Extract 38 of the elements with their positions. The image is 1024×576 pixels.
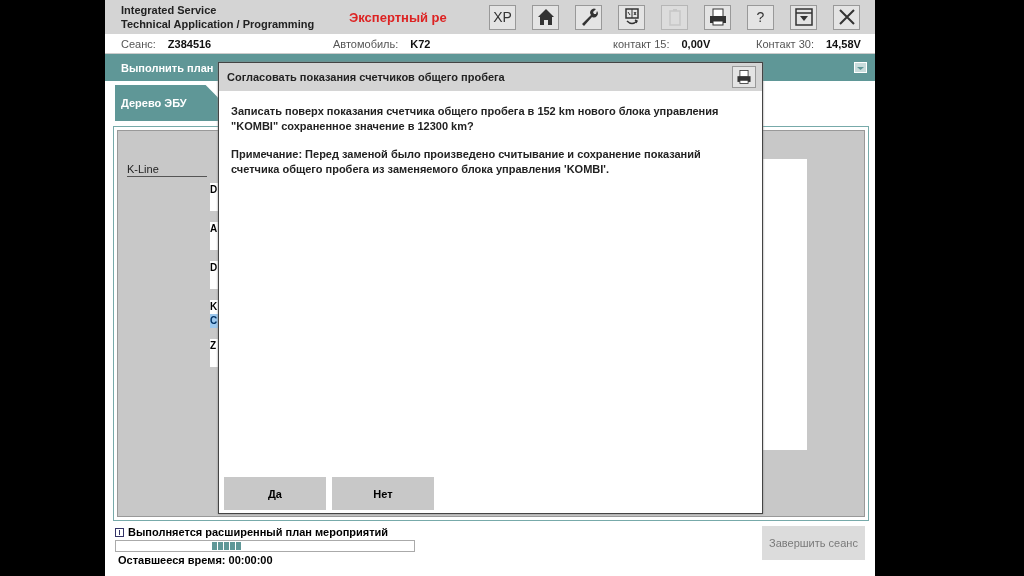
info-label: Автомобиль: (333, 37, 399, 50)
dialog-button[interactable]: Да (224, 477, 326, 510)
toolbar-button[interactable] (704, 4, 731, 30)
mode-label: Экспертный ре (349, 9, 448, 25)
dropdown-icon (792, 6, 815, 28)
busy-blocks-icon (212, 542, 243, 550)
toolbar-button[interactable] (618, 4, 645, 30)
info-value: Z384516 (167, 37, 212, 50)
toolbar-button[interactable] (532, 4, 559, 30)
dialog-text: Примечание: Перед заменой было произведено считывание и сохранение показаний счетчика общего пробега из заменяемого блока управления 'KOMBI'. (231, 147, 702, 176)
printer-icon (735, 68, 753, 86)
info-value: K72 (410, 37, 431, 50)
toolbar-button[interactable] (790, 4, 817, 30)
ecu-box[interactable]: D (210, 183, 218, 211)
print-button[interactable] (732, 66, 756, 88)
status-message: Выполняется расширенный план мероприятий (128, 526, 389, 538)
bus-label: K-Line (127, 163, 207, 177)
action-title: Выполнить план (121, 61, 214, 74)
info-label: контакт 15: (613, 37, 670, 50)
app-title: Integrated Service Technical Application / Programming (121, 3, 316, 31)
collapse-icon[interactable] (854, 62, 867, 73)
ecu-box[interactable]: K C (210, 300, 218, 328)
remaining-time: Оставшееся время: 00:00:00 (118, 554, 274, 566)
ecu-box[interactable]: A (210, 222, 218, 250)
ecu-box[interactable]: D (210, 261, 218, 289)
info-value: 14,58V (825, 37, 861, 50)
dialog-title: Согласовать показания счетчиков общего пробега (227, 71, 505, 83)
toolbar-button[interactable] (833, 4, 860, 30)
info-value: 0,00V (681, 37, 711, 50)
info-label: Контакт 30: (756, 37, 814, 50)
dialog-text: Записать поверх показания счетчика общего пробега в 152 km нового блока управления "KOMBI" сохраненное значение в 12300 km? (231, 104, 720, 133)
dialog-button[interactable]: Нет (332, 477, 434, 510)
toolbar-button[interactable] (575, 4, 602, 30)
toolbar-button[interactable]: ? (747, 4, 774, 30)
info-label: Сеанс: (121, 37, 156, 50)
ecu-box[interactable]: Z (210, 339, 218, 367)
info-icon (115, 527, 124, 537)
toolbar-button[interactable]: XP (489, 4, 516, 30)
